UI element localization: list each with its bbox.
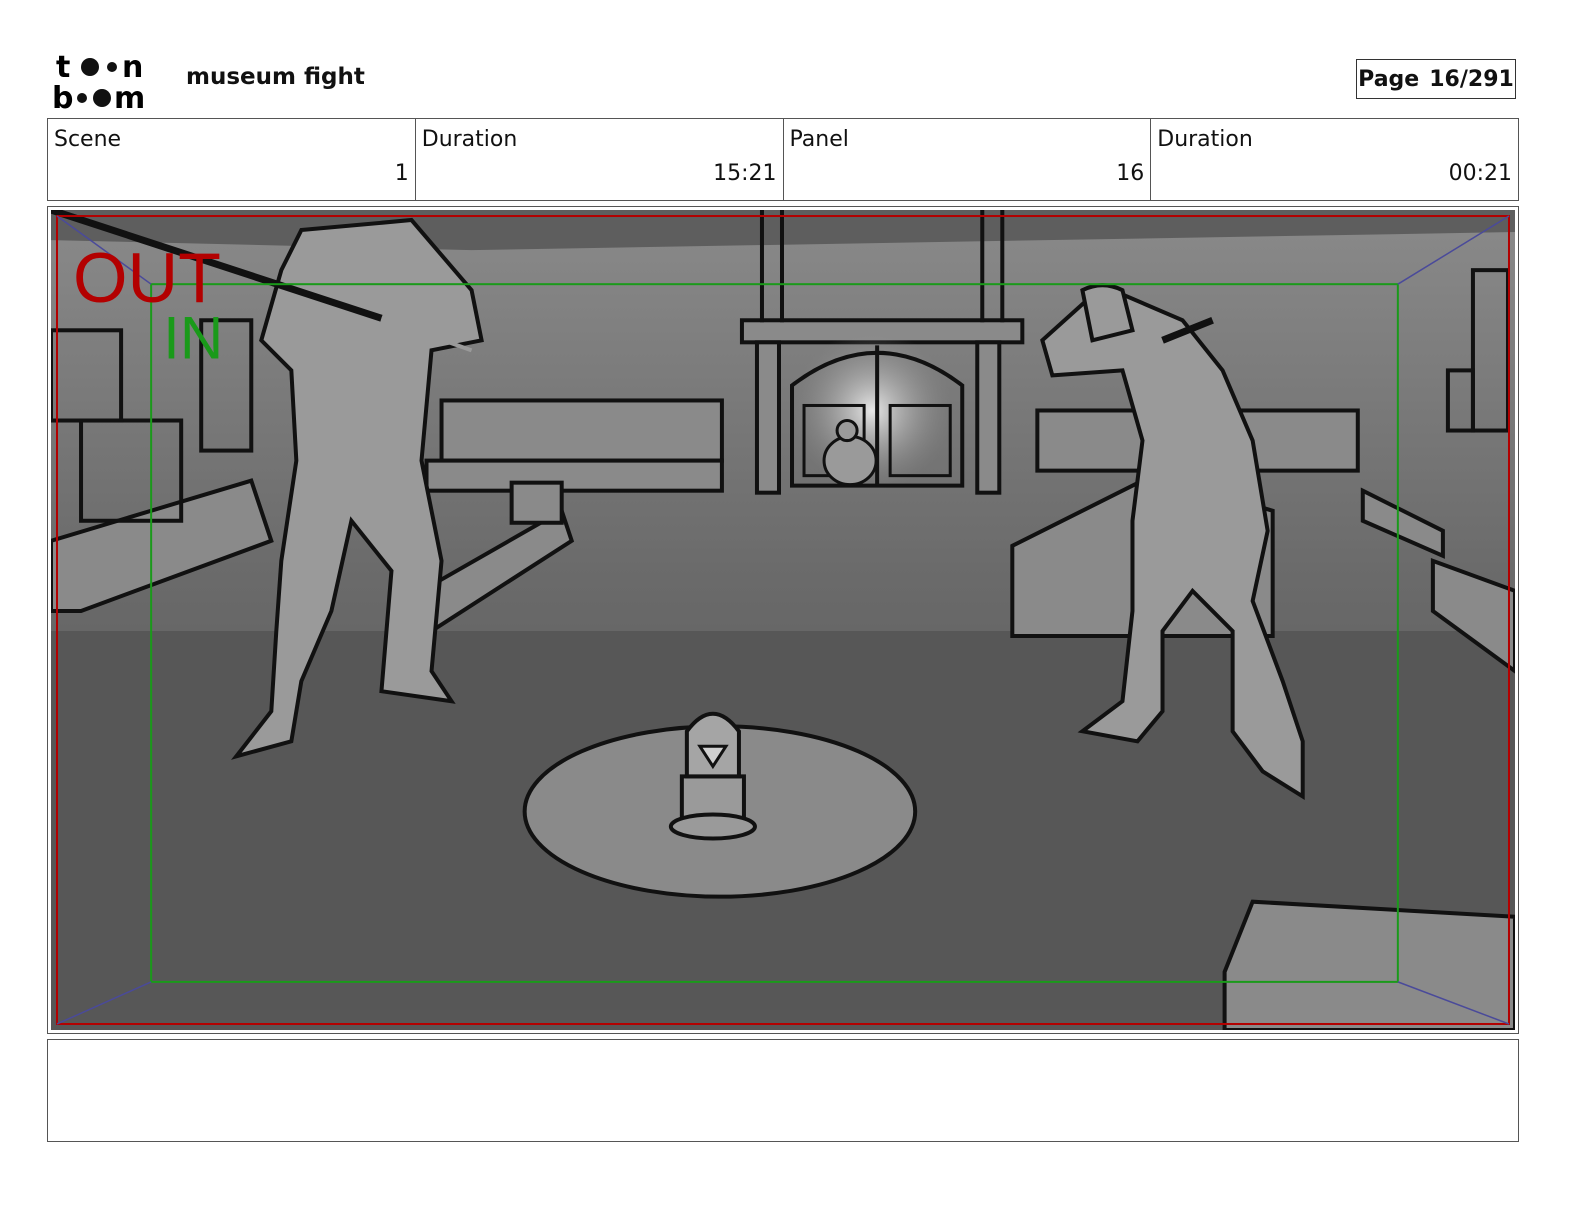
project-title: museum fight [186,64,365,90]
panel-notes-box [47,1039,1519,1142]
panel-duration-value: 00:21 [1448,161,1512,186]
scene-duration-value: 15:21 [713,161,777,186]
toonboom-logo: t n b m [52,50,145,112]
storyboard-panel: OUT IN [47,206,1519,1034]
svg-text:b: b [52,81,73,112]
page-indicator: Page 16/291 [1356,59,1516,99]
page-label: Page [1358,66,1420,92]
panel-number: 16 [1116,161,1145,186]
panel-cell: Panel 16 [784,119,1152,200]
scene-cell: Scene 1 [48,119,416,200]
scene-duration-cell: Duration 15:21 [416,119,784,200]
in-marker: IN [163,304,223,371]
svg-text:n: n [122,50,143,85]
svg-text:m: m [114,81,145,112]
scene-number: 1 [394,161,409,186]
panel-duration-cell: Duration 00:21 [1151,119,1518,200]
svg-text:t: t [56,50,70,85]
scene-duration-label: Duration [421,127,518,152]
scene-info-table: Scene 1 Duration 15:21 Panel 16 Duration… [47,118,1519,201]
panel-duration-label: Duration [1157,127,1253,152]
page-number: 16/291 [1429,66,1514,92]
panel-label: Panel [789,127,849,152]
scene-label: Scene [54,127,122,152]
panel-drawing: OUT IN [51,210,1515,1030]
